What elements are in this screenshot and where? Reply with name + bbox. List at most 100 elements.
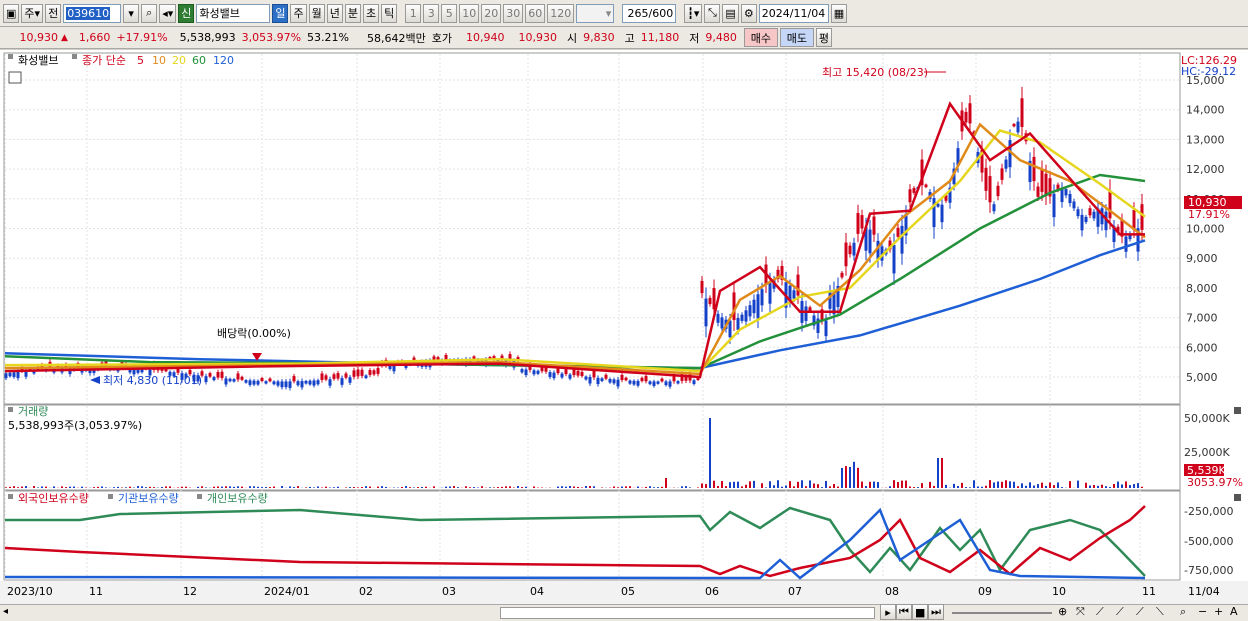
calendar-icon[interactable]: ▦ (830, 3, 848, 23)
last-page-icon[interactable]: ⏭ (928, 604, 944, 620)
type-button[interactable]: 전 (45, 3, 62, 23)
period-minute[interactable]: 분 (344, 3, 361, 23)
zoom-icon[interactable]: ⌕ (1180, 605, 1186, 619)
period-day[interactable]: 일 (272, 3, 289, 23)
volume-bar (445, 486, 447, 488)
search-icon[interactable]: ⌕ (141, 3, 158, 23)
volume-handle-icon[interactable] (8, 407, 13, 412)
measure-icon[interactable]: ⤧ (1076, 605, 1085, 619)
volume-bar (41, 486, 43, 488)
volume-bar (621, 486, 623, 488)
period-tick[interactable]: 틱 (381, 3, 398, 23)
price-panel[interactable] (3, 52, 1181, 405)
ma-handle-icon[interactable] (72, 54, 77, 59)
volume-bar (113, 487, 115, 488)
font-size-icon[interactable]: A (1230, 605, 1238, 618)
minute-5[interactable]: 5 (441, 3, 458, 23)
minute-10[interactable]: 10 (459, 3, 480, 23)
candle-body (624, 377, 628, 381)
inst-handle-icon[interactable] (108, 494, 113, 499)
zoom-out-icon[interactable]: − (1198, 605, 1207, 618)
volume-bar (525, 486, 527, 488)
interval-select[interactable]: ▾ (576, 3, 615, 23)
volume-bar (33, 486, 35, 488)
ma-label: 종가 단순 (82, 54, 126, 67)
period-month[interactable]: 월 (308, 3, 325, 23)
avg-button[interactable]: 평 (815, 28, 832, 47)
candle-body (364, 375, 368, 379)
scroll-right-icon[interactable]: ▸ (880, 604, 896, 620)
chart-scrollbar[interactable]: ◂ ▸ ⏮ ■ ⏭ ⊕ ⤧ ⟋ ⟋ ⟋ ⟍ ⌕ − + A (0, 604, 1248, 621)
gear-icon[interactable]: ⚙ (740, 3, 757, 23)
minute-30[interactable]: 30 (503, 3, 524, 23)
indiv-handle-icon[interactable] (197, 494, 202, 499)
zoom-slider[interactable] (952, 612, 1052, 614)
scroll-thumb[interactable] (500, 607, 875, 619)
speaker-icon[interactable]: ◂▾ (159, 3, 177, 23)
volume-bar (705, 484, 707, 488)
draw-tool-icon[interactable]: ⤡ (704, 3, 721, 23)
stock-code-input[interactable]: 039610 (63, 3, 122, 23)
volume-panel[interactable] (3, 404, 1181, 491)
date-input[interactable]: 2024/11/04 (758, 3, 829, 23)
minute-3[interactable]: 3 (423, 3, 440, 23)
candle-body (792, 290, 796, 299)
minute-1[interactable]: 1 (405, 3, 422, 23)
market-select[interactable]: 주 ▾ (21, 3, 44, 23)
volume-bar (1049, 482, 1051, 488)
volume-bar (849, 466, 851, 488)
holding-tick-750000: -750,000 (1184, 564, 1233, 577)
candle-body (840, 272, 844, 278)
buy-button[interactable]: 매수 (743, 28, 778, 47)
table-toggle-icon[interactable] (8, 71, 22, 84)
volume-bar (557, 486, 559, 488)
zoom-in-icon[interactable]: + (1214, 605, 1223, 618)
date-tick-label: 09 (978, 585, 992, 598)
fib-icon[interactable]: ⟋ (1116, 605, 1124, 619)
period-year[interactable]: 년 (326, 3, 343, 23)
volume-bar (217, 486, 219, 488)
candle-body (352, 370, 356, 377)
volume-bar (869, 481, 871, 488)
first-page-icon[interactable]: ⏮ (896, 604, 912, 620)
candle-body (340, 378, 344, 385)
volume-bar (81, 486, 83, 488)
volume-bar (761, 483, 763, 488)
code-dropdown-icon[interactable]: ▾ (123, 3, 140, 23)
candle-body (208, 373, 212, 377)
scroll-left-icon[interactable]: ◂ (3, 606, 8, 617)
stock-name-field[interactable]: 화성밸브 (196, 3, 271, 23)
stock-chart[interactable]: 화성밸브 종가 단순 5 10 20 60 120 LC:126.29 HC:-… (0, 50, 1248, 605)
volume-bar (253, 486, 255, 488)
candle-body (320, 373, 324, 380)
candle-type-icon[interactable]: ┇▾ (684, 3, 703, 23)
line-icon[interactable]: ⟍ (1156, 605, 1164, 619)
period-week[interactable]: 주 (290, 3, 307, 23)
date-tick-label: 11 (1142, 585, 1156, 598)
holding-close-icon[interactable] (1234, 494, 1241, 501)
volume-bar (297, 486, 299, 488)
minute-120[interactable]: 120 (547, 3, 575, 23)
up-arrow-icon: ▲ (61, 32, 68, 43)
crosshair-icon[interactable]: ⊕ (1058, 605, 1067, 618)
sell-button[interactable]: 매도 (779, 28, 814, 47)
count-input[interactable]: 265/600 (622, 3, 677, 23)
volume-bar (681, 486, 683, 488)
volume-bar (509, 486, 511, 488)
minute-60[interactable]: 60 (525, 3, 546, 23)
stop-icon[interactable]: ■ (912, 604, 929, 620)
holding-handle-icon[interactable] (8, 494, 13, 499)
layout-icon[interactable]: ▣ (3, 3, 20, 23)
trend-icon[interactable]: ⟋ (1096, 605, 1104, 619)
angle-icon[interactable]: ⟋ (1136, 605, 1144, 619)
panel-handle-icon[interactable] (8, 54, 13, 59)
candle-body (708, 297, 712, 305)
volume-bar (129, 486, 131, 488)
minute-20[interactable]: 20 (481, 3, 502, 23)
volume-bar (1041, 482, 1043, 488)
save-icon[interactable]: ▤ (722, 3, 739, 23)
foreign-legend: 외국인보유수량 (18, 492, 89, 505)
period-second[interactable]: 초 (362, 3, 380, 23)
ma-120-label: 120 (213, 54, 234, 67)
volume-close-icon[interactable] (1234, 407, 1241, 414)
